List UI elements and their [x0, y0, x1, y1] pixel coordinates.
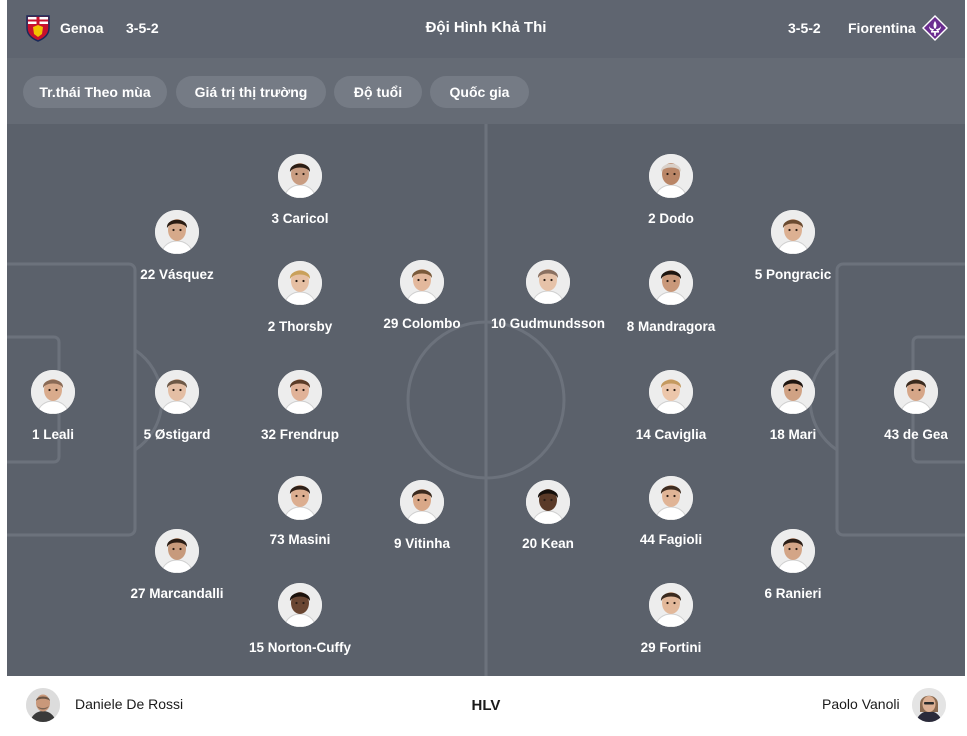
player-avatar[interactable]: [771, 370, 815, 414]
player-avatar[interactable]: [155, 210, 199, 254]
player-avatar[interactable]: [278, 261, 322, 305]
player-avatar[interactable]: [649, 370, 693, 414]
filter-bar: Tr.thái Theo mùa Giá trị thị trường Độ t…: [7, 58, 965, 124]
away-coach-name[interactable]: Paolo Vanoli: [822, 696, 900, 712]
player-avatar[interactable]: [649, 476, 693, 520]
away-coach-avatar[interactable]: [912, 688, 946, 722]
player-avatar[interactable]: [894, 370, 938, 414]
pitch: 3 Caricol 22 Vásquez 2 Thorsby 29 Colombo 1 …: [7, 124, 965, 676]
player-avatar[interactable]: [400, 480, 444, 524]
player-avatar[interactable]: [771, 529, 815, 573]
player-avatar[interactable]: [526, 260, 570, 304]
player-avatar[interactable]: [526, 480, 570, 524]
lineup-widget: Genoa 3-5-2 Đội Hình Khả Thi 3-5-2 Fiore…: [0, 0, 967, 736]
filter-market-value[interactable]: Giá trị thị trường: [176, 76, 326, 108]
player-name[interactable]: 43 de Gea: [841, 427, 965, 442]
player-avatar[interactable]: [649, 261, 693, 305]
filter-age[interactable]: Độ tuổi: [334, 76, 422, 108]
player-avatar[interactable]: [31, 370, 75, 414]
filter-nationality[interactable]: Quốc gia: [430, 76, 529, 108]
player-name[interactable]: 15 Norton-Cuffy: [225, 640, 375, 655]
away-formation: 3-5-2: [788, 20, 821, 36]
player-avatar[interactable]: [278, 154, 322, 198]
player-name[interactable]: 32 Frendrup: [225, 427, 375, 442]
player-avatar[interactable]: [278, 370, 322, 414]
away-team-name[interactable]: Fiorentina: [848, 20, 916, 36]
away-player[interactable]: 43 de Gea: [841, 370, 965, 442]
fiorentina-lily-icon[interactable]: [921, 14, 948, 42]
lineup-header: Genoa 3-5-2 Đội Hình Khả Thi 3-5-2 Fiore…: [7, 0, 965, 58]
coaches-bar: Daniele De Rossi HLV Paolo Vanoli: [7, 676, 965, 736]
player-avatar[interactable]: [278, 476, 322, 520]
player-avatar[interactable]: [155, 370, 199, 414]
player-avatar[interactable]: [771, 210, 815, 254]
player-avatar[interactable]: [278, 583, 322, 627]
player-name[interactable]: 8 Mandragora: [596, 319, 746, 334]
player-avatar[interactable]: [649, 583, 693, 627]
player-avatar[interactable]: [400, 260, 444, 304]
away-player[interactable]: 29 Fortini: [596, 583, 746, 655]
player-name[interactable]: 29 Fortini: [596, 640, 746, 655]
page-title: Đội Hình Khả Thi: [425, 19, 547, 36]
player-avatar[interactable]: [649, 154, 693, 198]
filter-season-status[interactable]: Tr.thái Theo mùa: [23, 76, 167, 108]
player-avatar[interactable]: [155, 529, 199, 573]
home-player[interactable]: 15 Norton-Cuffy: [225, 583, 375, 655]
home-player[interactable]: 32 Frendrup: [225, 370, 375, 442]
away-player[interactable]: 8 Mandragora: [596, 261, 746, 334]
